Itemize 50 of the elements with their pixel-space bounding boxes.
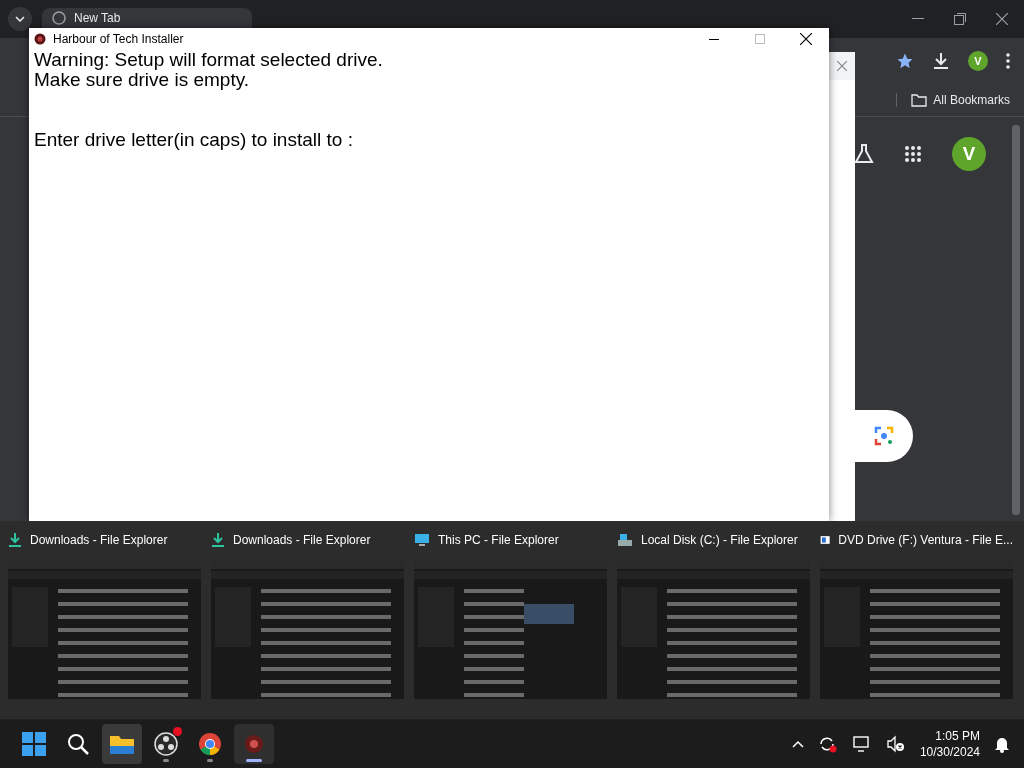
chevron-icon	[15, 16, 25, 22]
monitor-icon	[414, 532, 430, 548]
menu-icon[interactable]	[1006, 53, 1010, 69]
browser-tab[interactable]: New Tab	[42, 8, 252, 28]
sync-icon[interactable]	[817, 735, 838, 753]
preview-title[interactable]: Downloads - File Explorer	[211, 521, 404, 559]
preview-title[interactable]: Local Disk (C:) - File Explorer	[617, 521, 810, 559]
bell-icon[interactable]	[994, 735, 1010, 753]
network-icon[interactable]	[851, 735, 872, 753]
warning-text: Make sure drive is empty.	[34, 70, 251, 90]
restore-icon[interactable]	[954, 13, 966, 25]
search-icon	[66, 732, 90, 756]
lens-button[interactable]	[855, 410, 913, 462]
close-icon[interactable]	[996, 13, 1008, 25]
lens-icon	[874, 426, 894, 446]
globe-icon	[52, 11, 66, 25]
folder-icon	[911, 93, 928, 107]
download-icon	[8, 532, 22, 548]
app-icon	[34, 33, 46, 45]
preview-title[interactable]: DVD Drive (F:) Ventura - File E...	[820, 521, 1013, 559]
maximize-icon	[755, 34, 765, 44]
close-icon[interactable]	[837, 61, 847, 71]
bookmarks-link[interactable]: All Bookmarks	[896, 93, 1010, 107]
scrollbar[interactable]	[1012, 125, 1020, 515]
chevron-up-icon[interactable]	[791, 740, 804, 748]
download-icon[interactable]	[932, 52, 950, 70]
taskbar-app[interactable]	[102, 724, 142, 764]
disc-drive-icon	[820, 533, 831, 547]
apps-grid-icon[interactable]	[904, 145, 922, 163]
folder-icon	[109, 733, 135, 755]
clock[interactable]: 1:05 PM 10/30/2024	[919, 728, 980, 760]
warning-text: Warning: Setup will format selected drive.	[34, 50, 384, 70]
app-icon	[243, 733, 265, 755]
tab-search-button[interactable]	[8, 7, 32, 31]
minimize-icon	[709, 38, 719, 40]
drive-icon	[617, 533, 633, 547]
flask-icon[interactable]	[854, 144, 874, 164]
browser-icon	[198, 732, 222, 756]
close-icon	[800, 33, 812, 45]
preview-title[interactable]: Downloads - File Explorer	[8, 521, 201, 559]
window-title: Harbour of Tech Installer	[53, 32, 184, 46]
prompt-text: Enter drive letter(in caps) to install to :	[34, 130, 354, 150]
record-icon	[154, 732, 178, 756]
windows-logo-icon	[22, 732, 46, 756]
volume-muted-icon[interactable]	[885, 735, 906, 753]
star-icon[interactable]	[896, 52, 914, 70]
download-icon	[211, 532, 225, 548]
minimize-icon[interactable]	[912, 18, 924, 20]
preview-title[interactable]: This PC - File Explorer	[414, 521, 607, 559]
taskbar-app[interactable]	[234, 724, 274, 764]
